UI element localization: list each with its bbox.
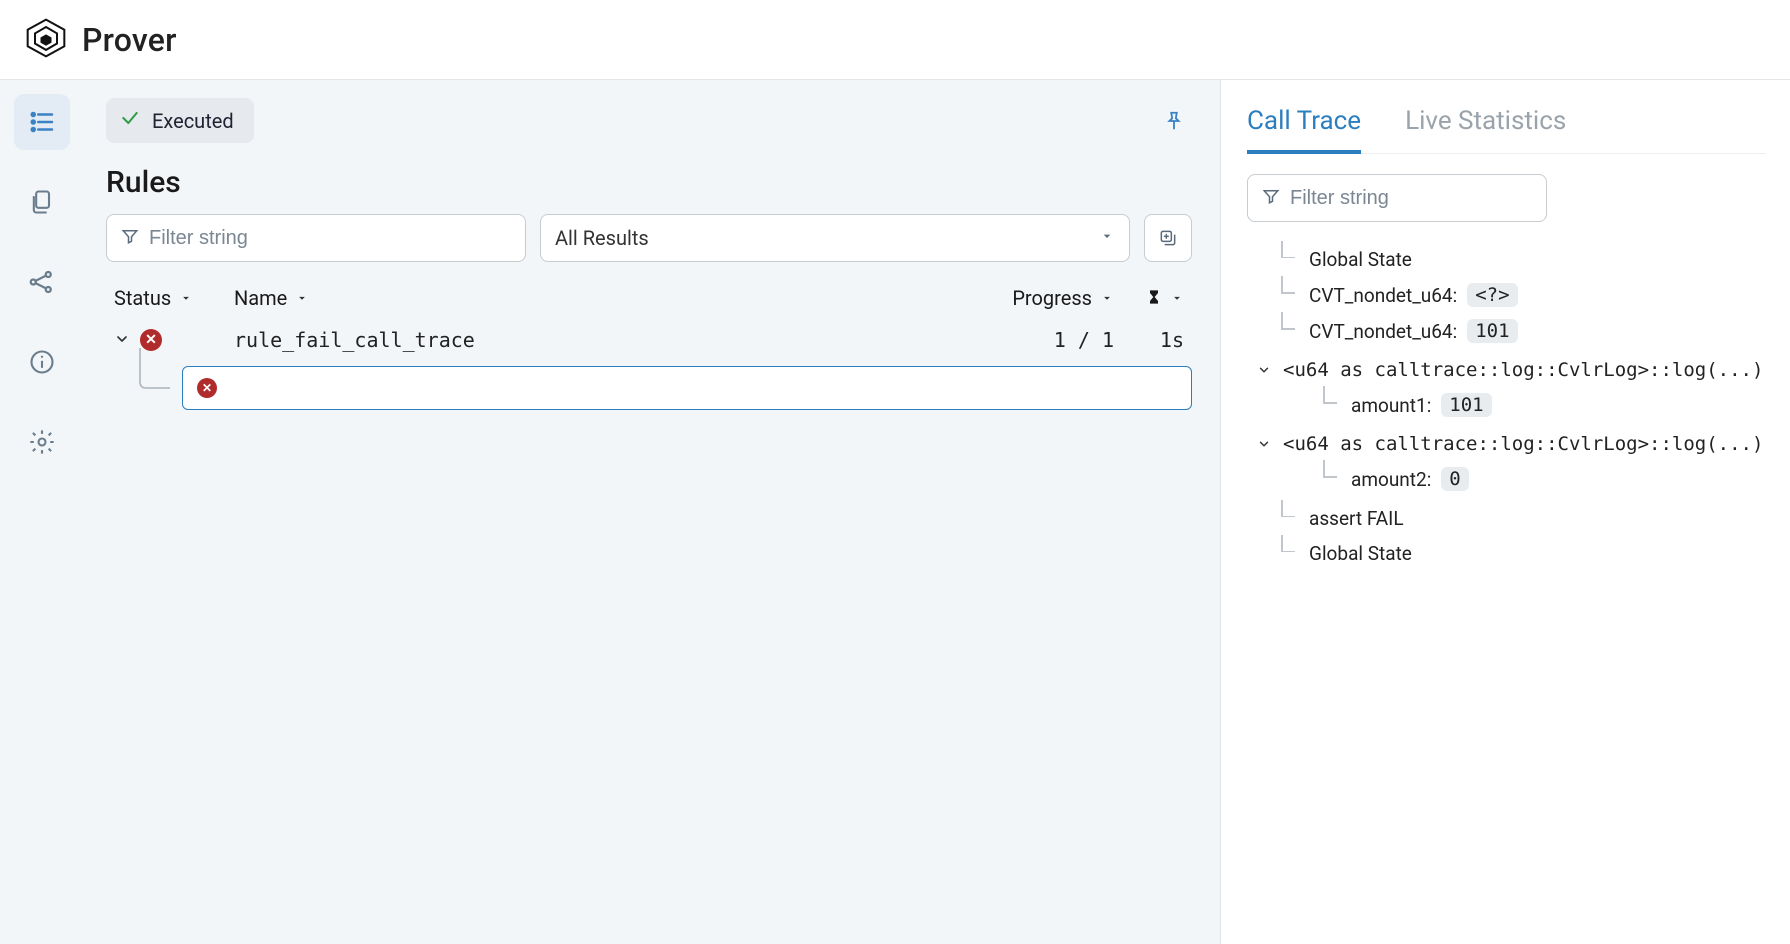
pin-button[interactable]: [1156, 103, 1192, 139]
column-name[interactable]: Name: [234, 286, 954, 310]
rules-title: Rules: [106, 165, 1192, 200]
caret-down-icon: [1170, 286, 1184, 310]
sidebar-item-rules[interactable]: [14, 94, 70, 150]
trace-node[interactable]: assert FAIL: [1247, 501, 1766, 536]
chevron-down-icon[interactable]: [1255, 437, 1273, 451]
status-badge: Executed: [106, 98, 254, 143]
trace-node[interactable]: amount1: 101: [1247, 387, 1766, 423]
trace-node[interactable]: amount2: 0: [1247, 461, 1766, 497]
trace-value: <?>: [1467, 283, 1517, 307]
trace-label: Global State: [1309, 248, 1412, 271]
tree-connector: [1277, 543, 1299, 565]
rule-progress: 1 / 1: [954, 328, 1114, 352]
tree-connector: [106, 366, 182, 410]
caret-down-icon: [179, 286, 193, 310]
column-progress[interactable]: Progress: [954, 286, 1114, 310]
trace-node[interactable]: CVT_nondet_u64: 101: [1247, 313, 1766, 349]
caret-down-icon: [1099, 228, 1115, 248]
trace-node-expandable[interactable]: <u64 as calltrace::log::CvlrLog>::log(..…: [1247, 353, 1766, 387]
caret-down-icon: [295, 286, 309, 310]
status-badge-text: Executed: [152, 109, 234, 133]
brand: Prover: [24, 16, 177, 64]
trace-label: CVT_nondet_u64:: [1309, 320, 1457, 343]
chevron-down-icon[interactable]: [114, 328, 130, 352]
trace-node[interactable]: Global State: [1247, 242, 1766, 277]
trace-node-expandable[interactable]: <u64 as calltrace::log::CvlrLog>::log(..…: [1247, 427, 1766, 461]
sidebar-item-files[interactable]: [14, 174, 70, 230]
brand-name: Prover: [82, 21, 177, 59]
column-progress-label: Progress: [1012, 286, 1092, 310]
filter-input[interactable]: [149, 227, 511, 250]
trace-node[interactable]: CVT_nondet_u64: <?>: [1247, 277, 1766, 313]
center-panel: Executed Rules All Results: [84, 80, 1220, 944]
rule-child-selected[interactable]: ✕: [182, 366, 1192, 410]
columns-header: Status Name Progress: [106, 286, 1192, 310]
topbar: Prover: [0, 0, 1790, 80]
sidebar-item-graph[interactable]: [14, 254, 70, 310]
hourglass-icon: [1146, 286, 1162, 310]
trace-label: <u64 as calltrace::log::CvlrLog>::log(..…: [1283, 359, 1763, 381]
column-name-label: Name: [234, 286, 287, 310]
trace-label: Global State: [1309, 542, 1412, 565]
trace-value: 0: [1441, 467, 1468, 491]
trace-filter-wrap[interactable]: [1247, 174, 1547, 222]
expand-all-button[interactable]: [1144, 214, 1192, 262]
filter-input-wrap[interactable]: [106, 214, 526, 262]
trace-value: 101: [1441, 393, 1491, 417]
tree-connector: [1277, 284, 1299, 306]
trace-value: 101: [1467, 319, 1517, 343]
results-select[interactable]: All Results: [540, 214, 1130, 262]
tree-connector: [1277, 320, 1299, 342]
column-time[interactable]: [1114, 286, 1184, 310]
right-panel: Call Trace Live Statistics Global State …: [1220, 80, 1790, 944]
trace-label: CVT_nondet_u64:: [1309, 284, 1457, 307]
caret-down-icon: [1100, 286, 1114, 310]
tree-connector: [1319, 468, 1341, 490]
rule-row[interactable]: ✕ rule_fail_call_trace 1 / 1 1s: [106, 328, 1192, 352]
trace-label: assert FAIL: [1309, 507, 1404, 530]
tab-call-trace[interactable]: Call Trace: [1247, 106, 1361, 154]
column-status-label: Status: [114, 286, 171, 310]
results-select-label: All Results: [555, 226, 649, 250]
tree-connector: [1277, 249, 1299, 271]
funnel-icon: [1262, 187, 1280, 209]
rule-time: 1s: [1114, 328, 1184, 352]
tree-connector: [1319, 394, 1341, 416]
logo-icon: [24, 16, 68, 64]
fail-icon: ✕: [197, 378, 217, 398]
trace-label: amount2:: [1351, 468, 1431, 491]
check-icon: [120, 108, 140, 133]
sidebar-item-info[interactable]: [14, 334, 70, 390]
trace-node[interactable]: Global State: [1247, 536, 1766, 571]
tab-live-statistics[interactable]: Live Statistics: [1405, 106, 1566, 153]
column-status[interactable]: Status: [114, 286, 234, 310]
chevron-down-icon[interactable]: [1255, 363, 1273, 377]
rule-name: rule_fail_call_trace: [234, 328, 954, 352]
sidebar: [0, 80, 84, 944]
funnel-icon: [121, 227, 139, 249]
sidebar-item-settings[interactable]: [14, 414, 70, 470]
trace-label: <u64 as calltrace::log::CvlrLog>::log(..…: [1283, 433, 1763, 455]
trace-label: amount1:: [1351, 394, 1431, 417]
main: Executed Rules All Results: [0, 80, 1790, 944]
trace-tree: Global State CVT_nondet_u64: <?> CVT_non…: [1247, 242, 1766, 571]
tabs: Call Trace Live Statistics: [1247, 106, 1766, 154]
tree-connector: [1277, 508, 1299, 530]
trace-filter-input[interactable]: [1290, 187, 1532, 210]
